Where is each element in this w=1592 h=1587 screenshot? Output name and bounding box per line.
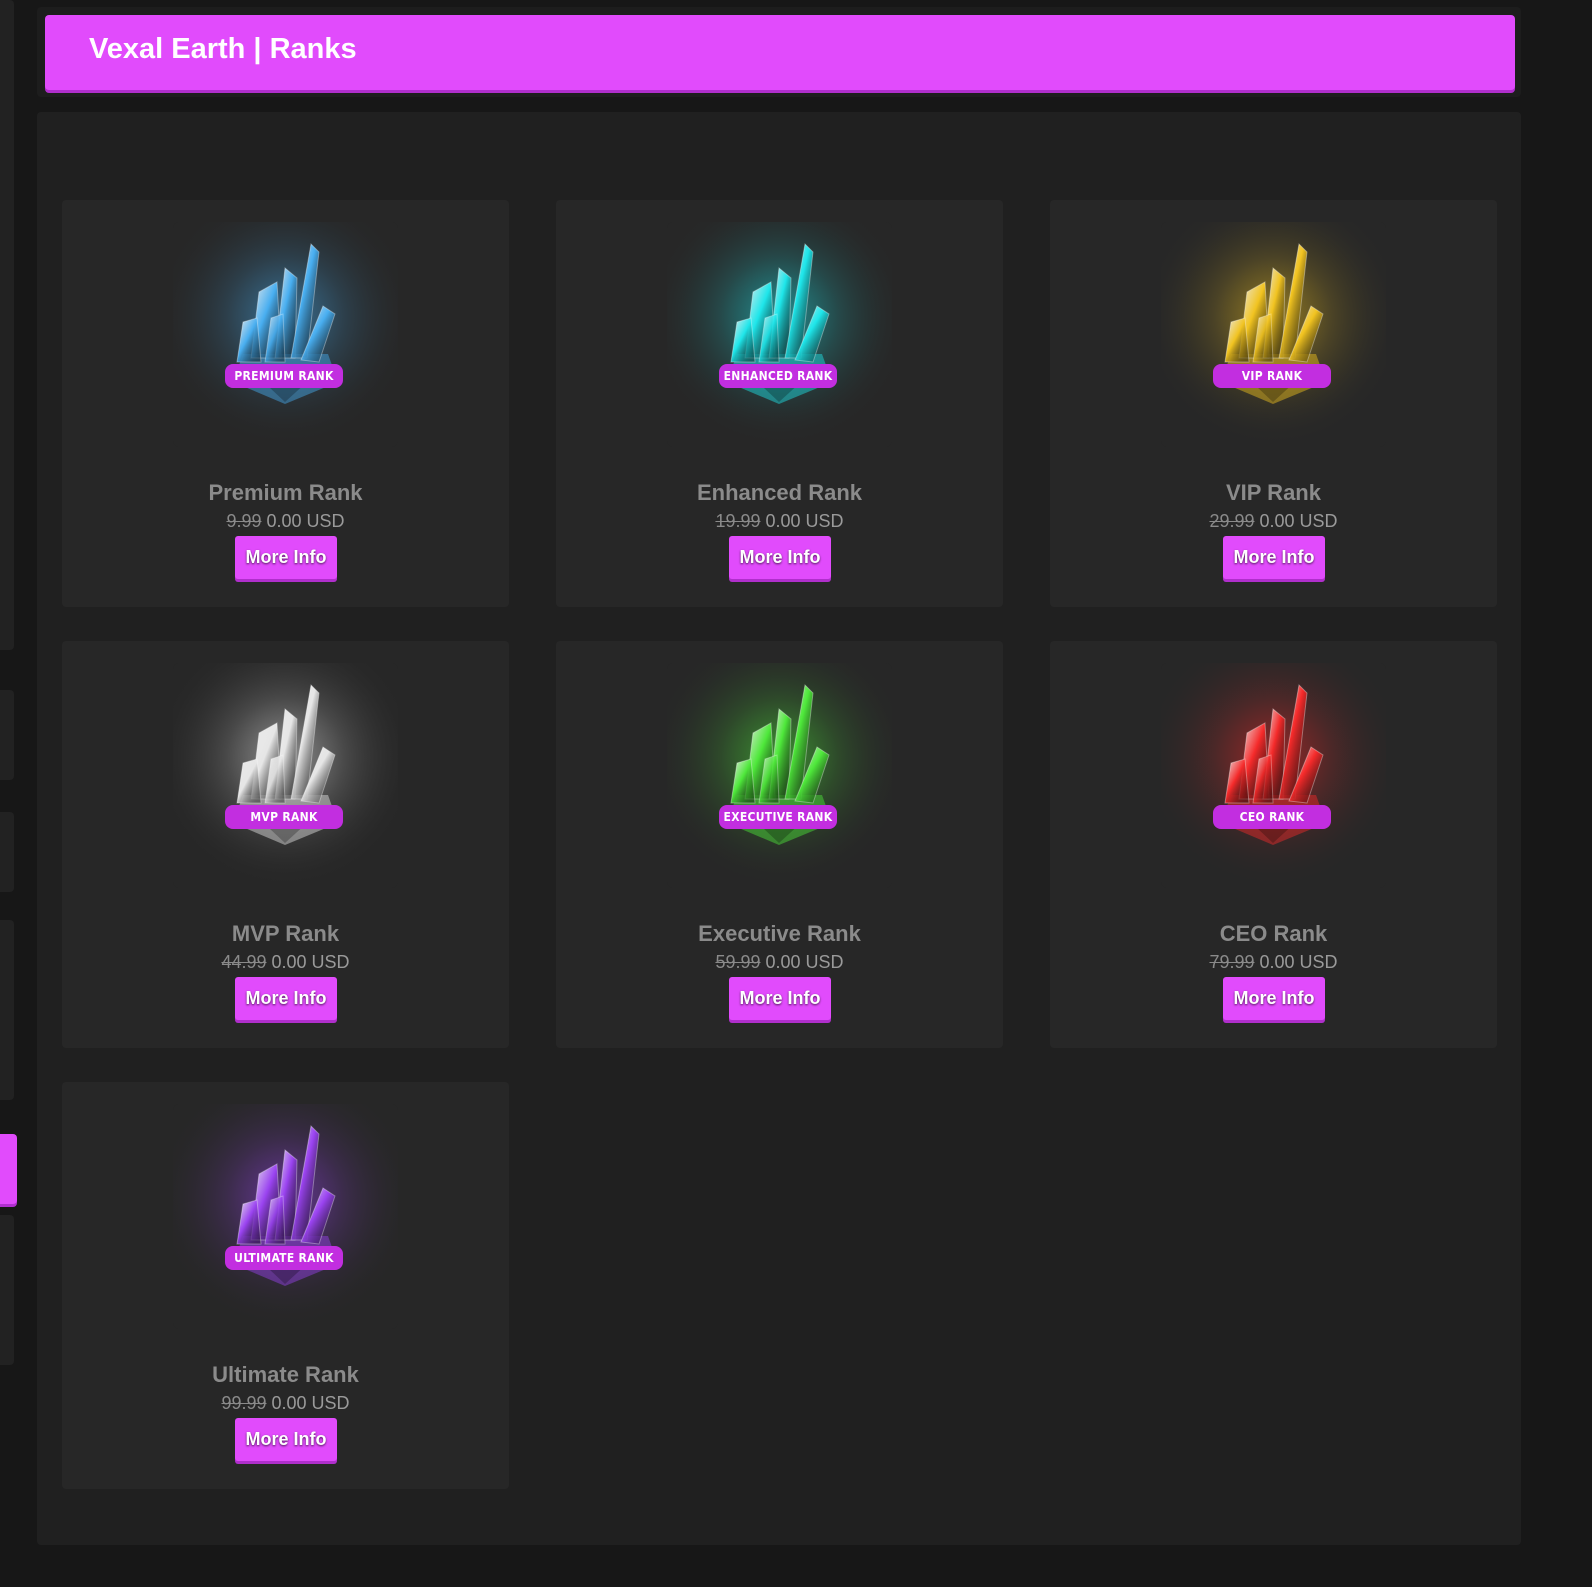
header: Vexal Earth | Ranks	[37, 7, 1521, 97]
sidebar-segment	[0, 920, 14, 1100]
sidebar-segment	[0, 1215, 14, 1365]
rank-badge: MVP RANK	[225, 805, 343, 829]
crystal-icon	[173, 663, 398, 888]
rank-name: Executive Rank	[698, 921, 861, 946]
rank-price: 79.99 0.00 USD	[1050, 952, 1497, 973]
rank-name: CEO Rank	[1219, 921, 1328, 946]
rank-card: PREMIUM RANK Premium Rank 9.99 0.00 USD …	[62, 200, 509, 607]
rank-badge: CEO RANK	[1213, 805, 1331, 829]
rank-image: PREMIUM RANK	[173, 222, 398, 447]
original-price: 79.99	[1209, 952, 1255, 972]
crystal-icon	[667, 663, 892, 888]
sale-price: 0.00 USD	[266, 511, 345, 531]
rank-name: MVP Rank	[231, 921, 340, 946]
page-title: Vexal Earth | Ranks	[89, 33, 357, 65]
header-bar: Vexal Earth | Ranks	[45, 15, 1515, 90]
more-info-button[interactable]: More Info	[729, 977, 831, 1020]
rank-image: VIP RANK	[1161, 222, 1386, 447]
original-price: 59.99	[715, 952, 761, 972]
rank-badge: VIP RANK	[1213, 364, 1331, 388]
more-info-button[interactable]: More Info	[1223, 977, 1325, 1020]
more-info-button[interactable]: More Info	[1223, 536, 1325, 579]
original-price: 99.99	[221, 1393, 267, 1413]
sale-price: 0.00 USD	[765, 952, 844, 972]
crystal-icon	[173, 1104, 398, 1329]
crystal-icon	[1161, 663, 1386, 888]
crystal-icon	[667, 222, 892, 447]
rank-image: MVP RANK	[173, 663, 398, 888]
more-info-button[interactable]: More Info	[235, 1418, 337, 1461]
rank-price: 19.99 0.00 USD	[556, 511, 1003, 532]
left-sidebar-strip	[0, 0, 17, 1587]
rank-card: ULTIMATE RANK Ultimate Rank 99.99 0.00 U…	[62, 1082, 509, 1489]
rank-price: 44.99 0.00 USD	[62, 952, 509, 973]
rank-badge: ENHANCED RANK	[719, 364, 837, 388]
sidebar-segment	[0, 812, 14, 892]
crystal-icon	[173, 222, 398, 447]
sidebar-segment	[0, 690, 14, 780]
crystal-icon	[1161, 222, 1386, 447]
rank-image: ULTIMATE RANK	[173, 1104, 398, 1329]
rank-card: EXECUTIVE RANK Executive Rank 59.99 0.00…	[556, 641, 1003, 1048]
sidebar-segment	[0, 0, 14, 650]
rank-card: ENHANCED RANK Enhanced Rank 19.99 0.00 U…	[556, 200, 1003, 607]
sale-price: 0.00 USD	[1259, 952, 1338, 972]
more-info-button[interactable]: More Info	[235, 977, 337, 1020]
rank-name: Ultimate Rank	[212, 1362, 359, 1387]
sale-price: 0.00 USD	[1259, 511, 1338, 531]
original-price: 19.99	[715, 511, 761, 531]
rank-price: 99.99 0.00 USD	[62, 1393, 509, 1414]
original-price: 9.99	[226, 511, 262, 531]
rank-image: CEO RANK	[1161, 663, 1386, 888]
rank-name: VIP Rank	[1226, 480, 1321, 505]
original-price: 44.99	[221, 952, 267, 972]
rank-badge: PREMIUM RANK	[225, 364, 343, 388]
more-info-button[interactable]: More Info	[729, 536, 831, 579]
rank-name: Enhanced Rank	[696, 480, 863, 505]
rank-badge: ULTIMATE RANK	[225, 1246, 343, 1270]
rank-image: ENHANCED RANK	[667, 222, 892, 447]
rank-price: 59.99 0.00 USD	[556, 952, 1003, 973]
rank-name: Premium Rank	[208, 480, 363, 505]
sale-price: 0.00 USD	[765, 511, 844, 531]
sale-price: 0.00 USD	[271, 952, 350, 972]
sale-price: 0.00 USD	[271, 1393, 350, 1413]
rank-card: VIP RANK VIP Rank 29.99 0.00 USD More In…	[1050, 200, 1497, 607]
sidebar-active-tab[interactable]	[0, 1134, 17, 1204]
rank-card: CEO RANK CEO Rank 79.99 0.00 USD More In…	[1050, 641, 1497, 1048]
rank-price: 29.99 0.00 USD	[1050, 511, 1497, 532]
original-price: 29.99	[1209, 511, 1255, 531]
rank-image: EXECUTIVE RANK	[667, 663, 892, 888]
rank-badge: EXECUTIVE RANK	[719, 805, 837, 829]
more-info-button[interactable]: More Info	[235, 536, 337, 579]
ranks-panel: PREMIUM RANK Premium Rank 9.99 0.00 USD …	[37, 112, 1521, 1545]
rank-card: MVP RANK MVP Rank 44.99 0.00 USD More In…	[62, 641, 509, 1048]
rank-price: 9.99 0.00 USD	[62, 511, 509, 532]
